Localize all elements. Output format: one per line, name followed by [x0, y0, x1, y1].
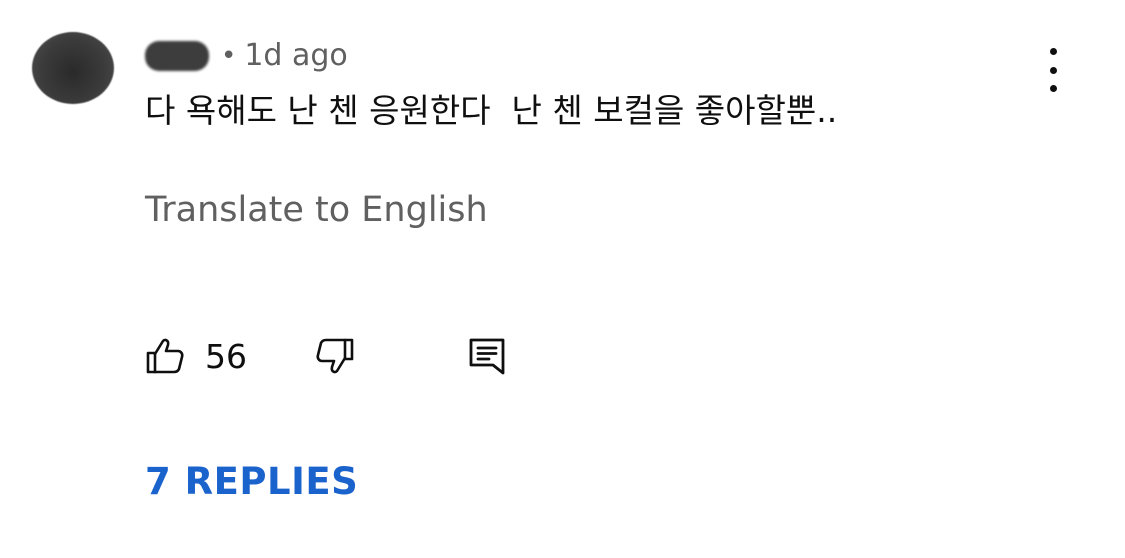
more-vertical-icon: [1049, 48, 1057, 55]
comment-timestamp: 1d ago: [244, 38, 348, 73]
like-button[interactable]: 56: [145, 332, 247, 380]
more-options-button[interactable]: [1036, 48, 1070, 92]
comment-text: 다 욕해도 난 첸 응원한다 난 첸 보컬을 좋아할뿐..: [145, 91, 838, 130]
reply-button[interactable]: [467, 336, 507, 380]
dislike-button[interactable]: [315, 336, 355, 380]
comment-header: • 1d ago: [145, 36, 348, 76]
meta-separator: •: [221, 41, 237, 71]
author-name-redacted[interactable]: [145, 41, 209, 71]
view-replies-button[interactable]: 7 REPLIES: [145, 458, 358, 506]
like-count: 56: [205, 336, 247, 376]
comment-reply-icon: [467, 338, 507, 380]
thumbs-down-icon: [315, 338, 355, 380]
avatar[interactable]: [32, 32, 114, 104]
translate-button[interactable]: Translate to English: [145, 186, 488, 234]
thumbs-up-icon: [145, 336, 185, 376]
